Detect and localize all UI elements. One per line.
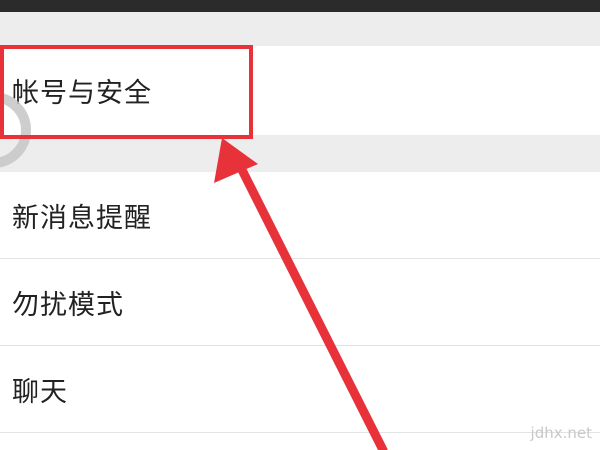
settings-screen: 帐号与安全 新消息提醒 勿扰模式 聊天 jdhx.net bbox=[0, 0, 600, 450]
highlight-box bbox=[0, 45, 253, 139]
menu-item-do-not-disturb[interactable]: 勿扰模式 bbox=[0, 259, 600, 345]
watermark: jdhx.net bbox=[530, 424, 592, 442]
menu-item-label: 聊天 bbox=[12, 376, 68, 408]
top-bar bbox=[0, 0, 600, 12]
menu-item-label: 勿扰模式 bbox=[12, 289, 124, 321]
menu-item-chat[interactable]: 聊天 bbox=[0, 346, 600, 432]
menu-item-partial bbox=[0, 433, 600, 450]
menu-item-new-message-alerts[interactable]: 新消息提醒 bbox=[0, 172, 600, 258]
menu-item-label: 新消息提醒 bbox=[12, 202, 152, 234]
